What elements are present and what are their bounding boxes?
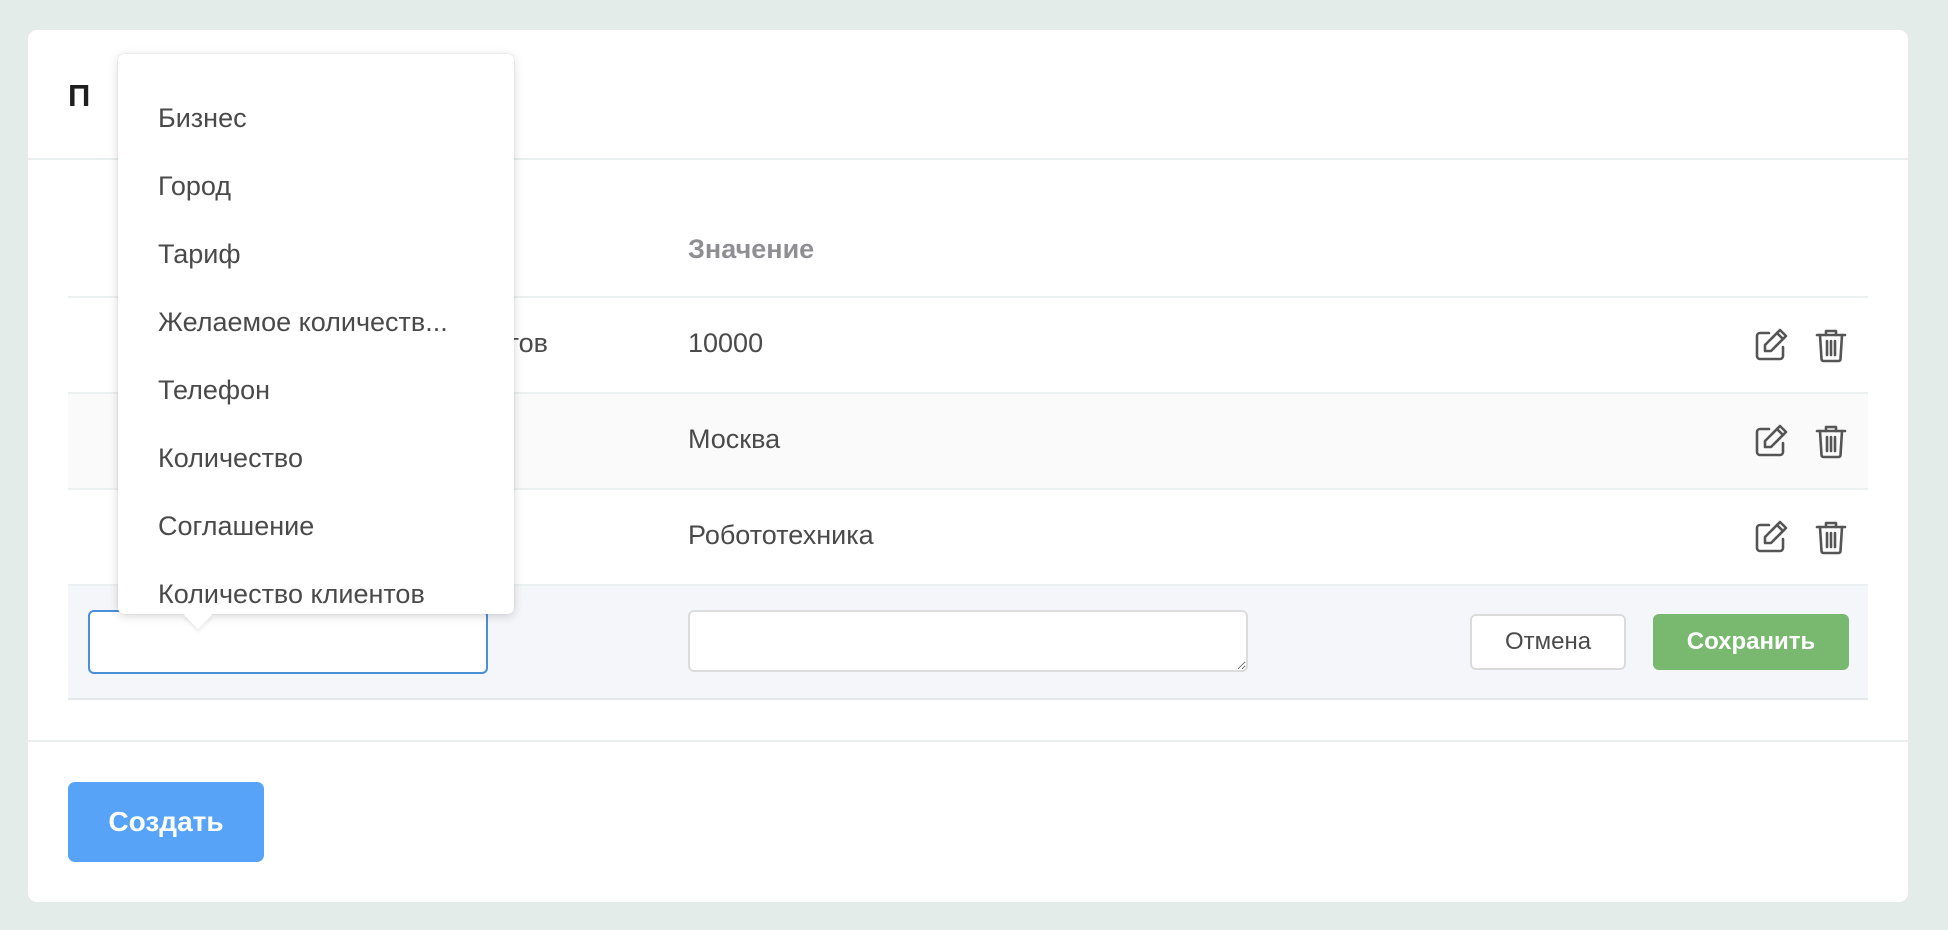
card-title: П (68, 78, 91, 113)
key-autocomplete-dropdown: Бизнес Город Тариф Желаемое количеств...… (118, 54, 514, 614)
dropdown-item[interactable]: Соглашение (118, 492, 514, 560)
row-actions (1752, 326, 1850, 364)
cell-value: Робототехника (688, 520, 874, 550)
card-footer (28, 740, 1908, 902)
save-button[interactable]: Сохранить (1653, 614, 1849, 670)
cancel-button[interactable]: Отмена (1470, 614, 1626, 670)
dropdown-item[interactable]: Количество (118, 424, 514, 492)
dropdown-item[interactable]: Желаемое количеств... (118, 288, 514, 356)
dropdown-item[interactable]: Количество клиентов (118, 560, 514, 628)
cell-value: Москва (688, 424, 781, 454)
value-textarea[interactable] (688, 610, 1248, 672)
create-button[interactable]: Создать (68, 782, 264, 862)
column-header-value: Значение (688, 234, 815, 264)
properties-card: П Значение тов 10000 Москва Робототехник… (28, 30, 1908, 902)
edit-icon[interactable] (1752, 422, 1790, 460)
cell-value: 10000 (688, 328, 764, 358)
edit-icon[interactable] (1752, 326, 1790, 364)
trash-icon[interactable] (1812, 326, 1850, 364)
row-actions (1752, 422, 1850, 460)
edit-icon[interactable] (1752, 518, 1790, 556)
dropdown-item[interactable]: Город (118, 152, 514, 220)
trash-icon[interactable] (1812, 518, 1850, 556)
dropdown-item[interactable]: Тариф (118, 220, 514, 288)
row-actions (1752, 518, 1850, 556)
trash-icon[interactable] (1812, 422, 1850, 460)
dropdown-item[interactable]: Телефон (118, 356, 514, 424)
dropdown-item[interactable]: Бизнес (118, 84, 514, 152)
